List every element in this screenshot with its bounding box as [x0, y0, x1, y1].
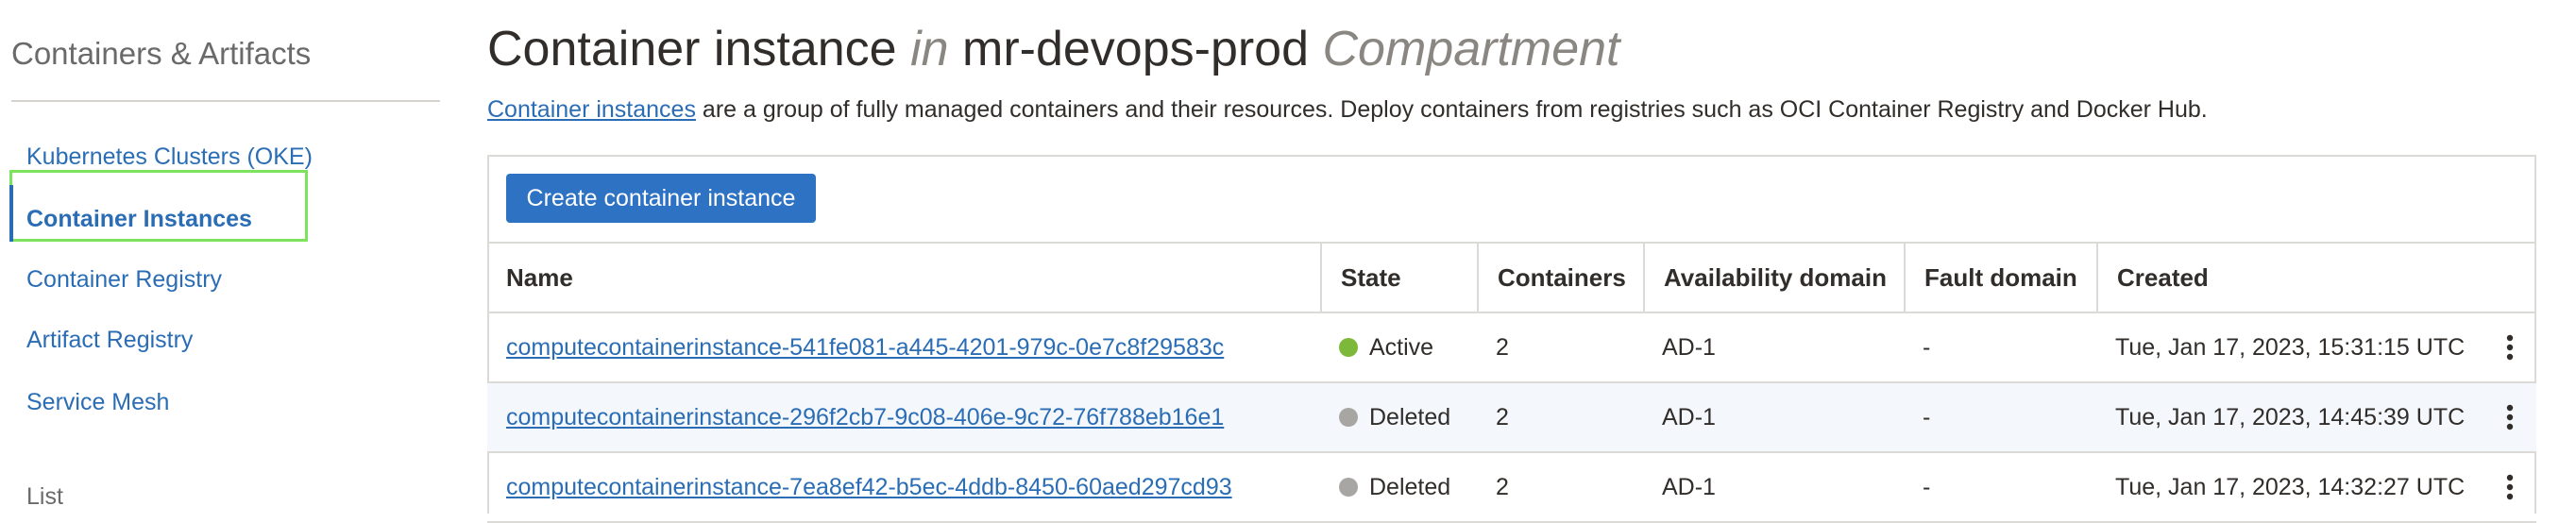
container-instances-doc-link[interactable]: Container instances [487, 96, 696, 123]
page-title-suffix: Compartment [1322, 22, 1620, 76]
sidebar: Containers & Artifacts Kubernetes Cluste… [0, 0, 453, 510]
sidebar-cut-off-label: List [26, 483, 63, 510]
more-vertical-icon[interactable] [2491, 313, 2529, 381]
instance-name-cell: computecontainerinstance-296f2cb7-9c08-4… [487, 383, 1224, 451]
availability-domain: AD-1 [1662, 474, 1716, 500]
sidebar-item-kubernetes-clusters[interactable]: Kubernetes Clusters (OKE) [26, 143, 313, 171]
column-header-name[interactable]: Name [487, 244, 1320, 312]
table-row: computecontainerinstance-7ea8ef42-b5ec-4… [487, 453, 2536, 523]
instance-name-link[interactable]: computecontainerinstance-296f2cb7-9c08-4… [506, 404, 1224, 430]
intro-description: are a group of fully managed containers … [695, 96, 2208, 123]
created-date: Tue, Jan 17, 2023, 15:31:15 UTC [2115, 334, 2466, 361]
state-indicator-dot [1339, 408, 1358, 427]
created-date: Tue, Jan 17, 2023, 14:45:39 UTC [2115, 404, 2466, 430]
state-label: Deleted [1369, 474, 1451, 500]
table-row: computecontainerinstance-296f2cb7-9c08-4… [487, 383, 2536, 453]
containers-count: 2 [1496, 334, 1509, 361]
instance-name-cell: computecontainerinstance-541fe081-a445-4… [487, 313, 1224, 381]
table-row: computecontainerinstance-541fe081-a445-4… [487, 313, 2536, 383]
availability-domain: AD-1 [1662, 334, 1716, 361]
fault-domain: - [1923, 474, 1931, 500]
sidebar-divider [11, 100, 440, 102]
page-title-compartment: mr-devops-prod [962, 22, 1310, 76]
column-header-containers[interactable]: Containers [1477, 244, 1643, 312]
state-cell: Deleted [1320, 453, 1450, 521]
fault-domain: - [1923, 334, 1931, 361]
table-header: Name State Containers Availability domai… [487, 242, 2536, 313]
more-vertical-icon[interactable] [2491, 383, 2529, 451]
intro-text: Container instances are a group of fully… [487, 96, 2208, 124]
fault-domain: - [1923, 404, 1931, 430]
state-cell: Deleted [1320, 383, 1450, 451]
sidebar-item-artifact-registry[interactable]: Artifact Registry [26, 327, 193, 354]
containers-count: 2 [1496, 474, 1509, 500]
page-title: Container instance in mr-devops-prod Com… [487, 21, 1619, 77]
page-title-main: Container instance [487, 22, 897, 76]
active-item-indicator [9, 185, 13, 242]
instance-name-link[interactable]: computecontainerinstance-541fe081-a445-4… [506, 334, 1224, 361]
sidebar-item-container-instances[interactable]: Container Instances [26, 206, 252, 233]
state-indicator-dot [1339, 338, 1358, 357]
state-label: Deleted [1369, 404, 1451, 430]
column-header-state[interactable]: State [1320, 244, 1477, 312]
column-header-fault-domain[interactable]: Fault domain [1904, 244, 2096, 312]
state-indicator-dot [1339, 478, 1358, 497]
containers-count: 2 [1496, 404, 1509, 430]
created-date: Tue, Jan 17, 2023, 14:32:27 UTC [2115, 474, 2466, 500]
instance-name-link[interactable]: computecontainerinstance-7ea8ef42-b5ec-4… [506, 474, 1232, 500]
create-container-instance-button[interactable]: Create container instance [506, 174, 816, 223]
column-header-created[interactable]: Created [2096, 244, 2536, 312]
instance-name-cell: computecontainerinstance-7ea8ef42-b5ec-4… [487, 453, 1232, 521]
availability-domain: AD-1 [1662, 404, 1716, 430]
state-label: Active [1369, 334, 1434, 361]
column-header-availability-domain[interactable]: Availability domain [1643, 244, 1904, 312]
sidebar-item-container-registry[interactable]: Container Registry [26, 266, 222, 294]
sidebar-title: Containers & Artifacts [11, 36, 312, 71]
state-cell: Active [1320, 313, 1433, 381]
more-vertical-icon[interactable] [2491, 453, 2529, 521]
sidebar-item-service-mesh[interactable]: Service Mesh [26, 389, 169, 416]
page-title-in: in [910, 22, 949, 76]
